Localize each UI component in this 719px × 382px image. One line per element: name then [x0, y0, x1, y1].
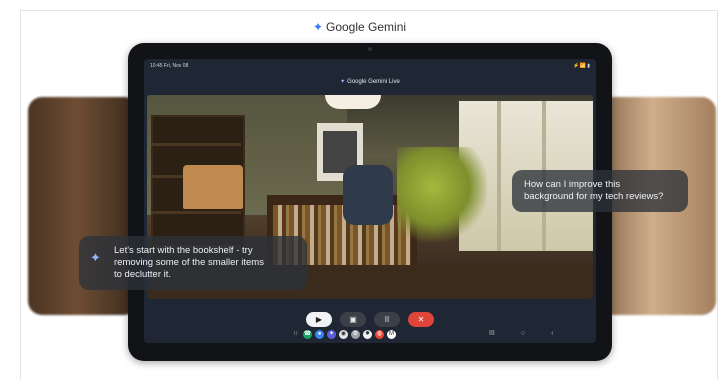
- screen-share-button[interactable]: ▣: [340, 312, 366, 327]
- app-title: ✦ Google Gemini Live: [144, 78, 596, 85]
- dock-app-photos[interactable]: ✸: [363, 330, 372, 339]
- user-message-bubble: How can I improve this background for my…: [512, 170, 688, 212]
- ceiling-light: [325, 95, 381, 109]
- pause-button[interactable]: II: [374, 312, 400, 327]
- lamp: [183, 165, 243, 209]
- call-controls: ▶ ▣ II ✕: [144, 312, 596, 327]
- plant: [397, 147, 487, 247]
- gemini-live-icon: ✦: [340, 79, 346, 85]
- gemini-spark-icon: ✦: [312, 20, 323, 34]
- back-button[interactable]: ‹: [551, 330, 553, 337]
- gemini-message-line: Let's start with the bookshelf - try: [114, 245, 253, 256]
- taskbar: ∷ ☎ ● ✦ ◉ ⚙ ✸ ◍ M III ○ ‹: [144, 330, 596, 343]
- brand-label: Google Gemini: [326, 20, 407, 34]
- end-session-button[interactable]: ✕: [408, 312, 434, 327]
- gemini-response-bubble: ✦ Let's start with the bookshelf - try r…: [79, 236, 307, 290]
- dock-app-camera[interactable]: ◉: [339, 330, 348, 339]
- gemini-message-line: removing some of the smaller items: [114, 257, 264, 268]
- dock-apps: ∷ ☎ ● ✦ ◉ ⚙ ✸ ◍ M: [291, 330, 396, 339]
- chair: [343, 165, 393, 225]
- status-icons: ⚡📶 ▮: [573, 63, 590, 69]
- home-button[interactable]: ○: [521, 330, 525, 337]
- screen-share-icon: ▣: [349, 315, 357, 324]
- brand-header: ✦ Google Gemini: [0, 20, 719, 34]
- video-camera-icon: ▶: [315, 315, 323, 324]
- gemini-message-line: to declutter it.: [114, 269, 172, 280]
- dock-app-settings[interactable]: ⚙: [351, 330, 360, 339]
- user-message-line: background for my tech reviews?: [524, 191, 664, 202]
- front-camera: [368, 47, 372, 51]
- camera-toggle-button[interactable]: ▶: [306, 312, 332, 327]
- close-icon: ✕: [417, 315, 425, 324]
- dock-app-grid[interactable]: ∷: [291, 330, 300, 339]
- user-message-line: How can I improve this: [524, 179, 621, 190]
- app-title-label: Google Gemini Live: [347, 79, 400, 85]
- dock-app-gmail[interactable]: M: [387, 330, 396, 339]
- status-time: 10:45 Fri, Nov 08: [150, 63, 189, 69]
- gemini-spark-icon: ✦: [90, 250, 101, 265]
- recents-button[interactable]: III: [489, 330, 495, 337]
- dock-app-phone[interactable]: ☎: [303, 330, 312, 339]
- dock-app-gemini[interactable]: ✦: [327, 330, 336, 339]
- pause-icon: II: [384, 315, 390, 324]
- nav-buttons: III ○ ‹: [489, 330, 553, 337]
- dock-app-chrome[interactable]: ◍: [375, 330, 384, 339]
- status-bar: 10:45 Fri, Nov 08 ⚡📶 ▮: [150, 63, 590, 69]
- dock-app-messages[interactable]: ●: [315, 330, 324, 339]
